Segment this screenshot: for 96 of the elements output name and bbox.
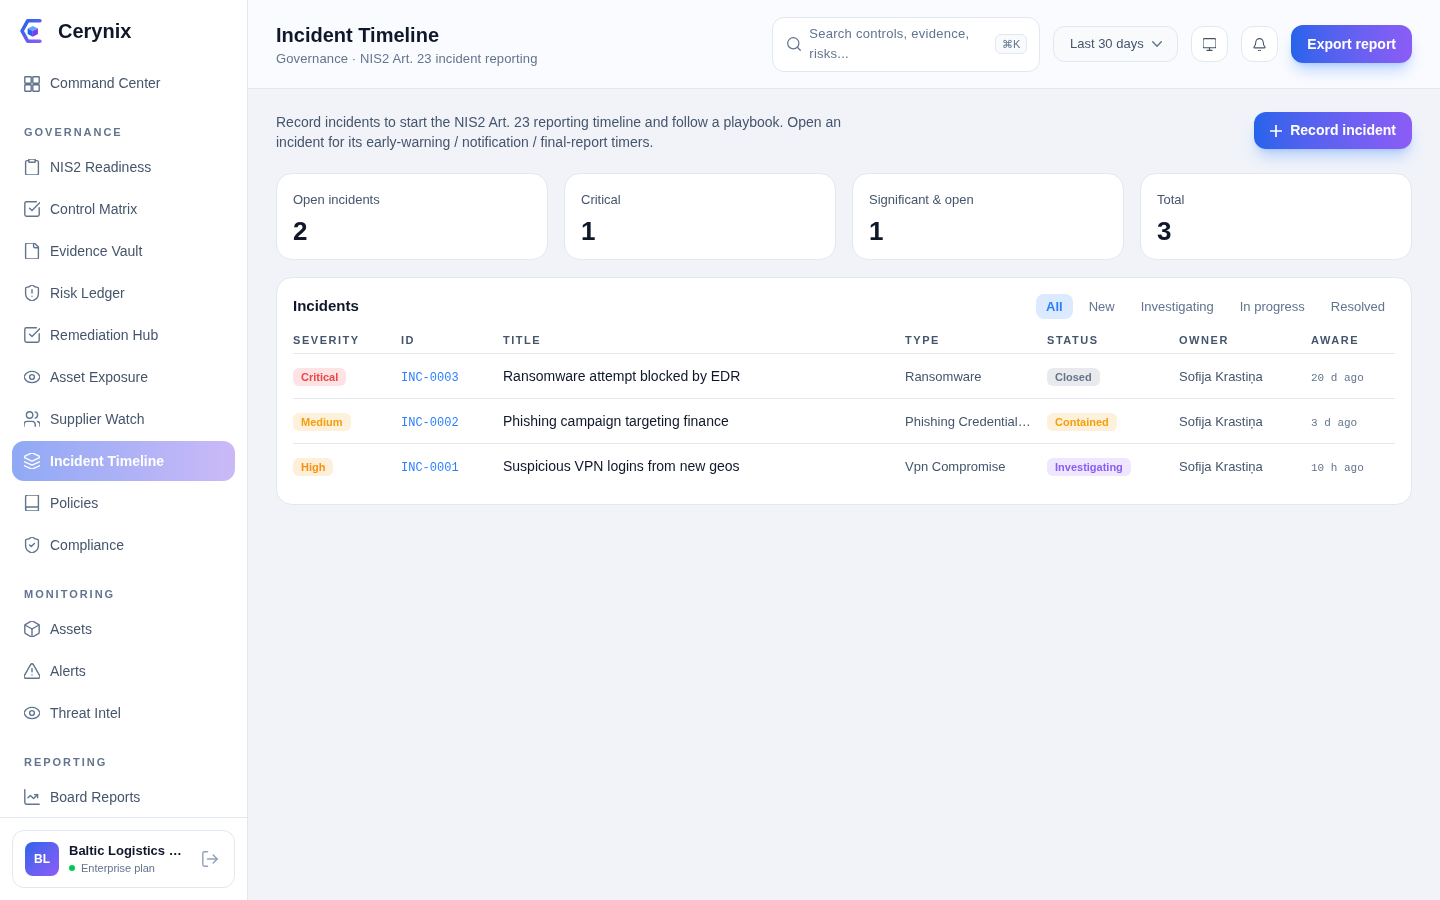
stat-label: Open incidents xyxy=(293,191,380,209)
org-avatar: BL xyxy=(25,842,59,876)
warning-icon xyxy=(24,663,40,679)
record-incident-button[interactable]: Record incident xyxy=(1254,112,1412,149)
check-square-icon xyxy=(24,327,40,343)
stat-label: Total xyxy=(1157,191,1185,209)
logo-icon xyxy=(20,18,42,44)
search-field[interactable]: Search controls, evidence, risks... xyxy=(809,24,987,64)
stat-value: 1 xyxy=(581,215,596,247)
filter-tab[interactable]: Investigating xyxy=(1130,294,1224,319)
display-button[interactable] xyxy=(1191,26,1229,62)
column-header: AWARE xyxy=(1311,333,1360,346)
nav-item[interactable]: NIS2 Readiness xyxy=(12,147,235,187)
nav-item[interactable]: Assets xyxy=(12,609,235,649)
section-heading: REPORTING xyxy=(24,755,108,770)
layers-icon xyxy=(24,453,40,469)
nav-item[interactable]: Asset Exposure xyxy=(12,357,235,397)
column-header: TITLE xyxy=(503,333,542,346)
nav-item[interactable]: Control Matrix xyxy=(12,189,235,229)
organization-name: Baltic Logistics … xyxy=(69,842,183,860)
nav-item[interactable]: Command Center xyxy=(12,64,235,103)
check-square-icon xyxy=(24,201,40,217)
bell-icon xyxy=(1253,37,1267,51)
nav-item[interactable]: Supplier Watch xyxy=(12,399,235,439)
aware-time: 3 d ago xyxy=(1311,416,1358,429)
nav-item[interactable]: Board Reports xyxy=(12,777,235,817)
clipboard-icon xyxy=(24,159,40,175)
filter-tab[interactable]: Resolved xyxy=(1320,294,1395,319)
incident-title: Ransomware attempt blocked by EDR xyxy=(503,367,741,384)
plus-icon xyxy=(1270,124,1283,137)
eye-icon xyxy=(24,705,40,721)
file-icon xyxy=(24,243,40,259)
brand-name: Cerynix xyxy=(58,19,132,44)
column-header: SEVERITY xyxy=(293,333,360,346)
shield-alert-icon xyxy=(24,285,40,301)
eye-icon xyxy=(24,369,40,385)
search-bar[interactable]: Search controls, evidence, risks... ⌘K xyxy=(772,16,1041,72)
chevron-down-icon xyxy=(1151,41,1162,47)
shortcut-hint: ⌘K xyxy=(994,34,1028,54)
status-badge: Closed xyxy=(1047,367,1100,386)
status-badge: Investigating xyxy=(1047,457,1131,476)
filter-tab[interactable]: New xyxy=(1078,294,1125,319)
nav-item[interactable]: Risk Ledger xyxy=(12,273,235,313)
intro-text: Record incidents to start the NIS2 Art. 23 reporting timeline and follow a playbook. Open an incident for its early-warning / notification / final-report timers. xyxy=(276,113,842,152)
stat-value: 3 xyxy=(1157,215,1172,247)
aware-time: 10 h ago xyxy=(1311,461,1364,474)
owner-name: Sofija Krastiņa xyxy=(1179,368,1263,384)
column-header: STATUS xyxy=(1047,333,1099,346)
incident-title: Phishing campaign targeting finance xyxy=(503,412,729,429)
severity-badge: Medium xyxy=(293,412,351,431)
monitor-icon xyxy=(1203,37,1217,51)
export-report-button[interactable]: Export report xyxy=(1291,25,1412,63)
page-title: Incident Timeline xyxy=(276,23,440,48)
incident-id-link[interactable]: INC-0003 xyxy=(401,370,459,385)
incident-type: Ransomware xyxy=(905,368,982,384)
stat-label: Significant & open xyxy=(869,191,974,209)
column-header: ID xyxy=(401,333,416,346)
organization-card[interactable]: BL Baltic Logistics … Enterprise plan xyxy=(12,830,235,888)
incident-type: Phishing Credential… xyxy=(905,413,1031,429)
severity-badge: Critical xyxy=(293,367,347,386)
users-icon xyxy=(24,411,40,427)
grid-icon xyxy=(24,75,40,92)
panel-title: Incidents xyxy=(293,296,359,317)
section-heading: MONITORING xyxy=(24,587,116,602)
nav-item[interactable]: Policies xyxy=(12,483,235,523)
incident-id-link[interactable]: INC-0002 xyxy=(401,415,459,430)
section-heading: GOVERNANCE xyxy=(24,125,123,140)
nav-item[interactable]: Evidence Vault xyxy=(12,231,235,271)
stat-value: 1 xyxy=(869,215,884,247)
cube-icon xyxy=(24,621,40,637)
shield-check-icon xyxy=(24,537,40,553)
severity-badge: High xyxy=(293,457,334,476)
notifications-button[interactable] xyxy=(1241,26,1279,62)
filter-tab[interactable]: In progress xyxy=(1229,294,1315,319)
nav-item[interactable]: Compliance xyxy=(12,525,235,565)
aware-time: 20 d ago xyxy=(1311,371,1364,384)
nav-item[interactable]: Alerts xyxy=(12,651,235,691)
chart-icon xyxy=(24,789,40,805)
column-header: TYPE xyxy=(905,333,940,346)
stat-label: Critical xyxy=(581,191,621,209)
owner-name: Sofija Krastiņa xyxy=(1179,458,1263,474)
nav-item[interactable]: Remediation Hub xyxy=(12,315,235,355)
owner-name: Sofija Krastiņa xyxy=(1179,413,1263,429)
incident-type: Vpn Compromise xyxy=(905,458,1006,474)
plan-label: Enterprise plan xyxy=(81,861,155,876)
date-range-dropdown[interactable]: Last 30 days xyxy=(1053,26,1179,62)
status-badge: Contained xyxy=(1047,412,1117,431)
column-header: OWNER xyxy=(1179,333,1229,346)
search-icon xyxy=(787,37,802,51)
stat-value: 2 xyxy=(293,215,308,247)
book-icon xyxy=(24,495,40,511)
nav-item[interactable]: Threat Intel xyxy=(12,693,235,733)
incident-title: Suspicious VPN logins from new geos xyxy=(503,457,740,474)
logout-icon xyxy=(202,851,218,867)
incident-id-link[interactable]: INC-0001 xyxy=(401,460,459,475)
page-subtitle: Governance · NIS2 Art. 23 incident reporting xyxy=(276,50,539,68)
